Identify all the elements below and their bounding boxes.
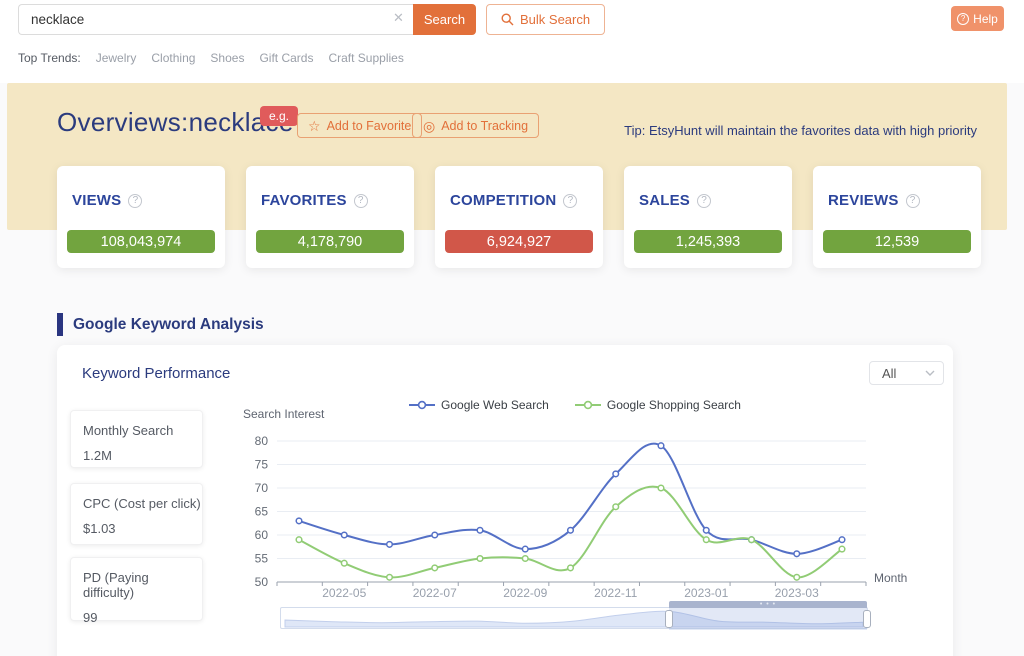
legend-label: Google Shopping Search (606, 398, 741, 412)
legend-item-google-web-search[interactable]: Google Web Search (409, 398, 549, 412)
svg-text:50: 50 (255, 575, 269, 589)
svg-text:70: 70 (255, 481, 269, 495)
brush-handle-right[interactable] (863, 610, 871, 628)
metric-value: 99 (83, 610, 98, 625)
legend-line-icon (409, 400, 436, 410)
stat-label: REVIEWS (828, 192, 899, 209)
svg-text:2022-07: 2022-07 (413, 586, 457, 600)
stat-label: FAVORITES (261, 192, 347, 209)
metric-cpc: CPC (Cost per click) $1.03 (70, 483, 203, 545)
help-button[interactable]: ? Help (951, 6, 1004, 31)
section-accent-bar (57, 313, 63, 336)
metric-label: CPC (Cost per click) (83, 496, 201, 511)
stat-value-badge: 4,178,790 (256, 230, 404, 253)
section-header: Google Keyword Analysis (57, 313, 264, 336)
filter-select-value: All (882, 365, 897, 381)
metric-monthly-search: Monthly Search 1.2M (70, 410, 203, 468)
question-icon[interactable]: ? (905, 193, 920, 208)
trend-link-shoes[interactable]: Shoes (210, 51, 244, 65)
stat-value-badge: 12,539 (823, 230, 971, 253)
add-to-favorite-label: Add to Favorite (326, 118, 412, 133)
question-icon[interactable]: ? (128, 193, 143, 208)
stat-value-badge: 108,043,974 (67, 230, 215, 253)
legend-label: Google Web Search (441, 398, 549, 412)
svg-text:55: 55 (255, 552, 269, 566)
section-title: Google Keyword Analysis (73, 315, 264, 333)
stat-label: SALES (639, 192, 691, 209)
brush-handle-left[interactable] (665, 610, 673, 628)
metric-value: 1.2M (83, 448, 112, 463)
stat-card-favorites: FAVORITES ? 4,178,790 (246, 166, 414, 268)
drag-dots-icon: • • • (759, 601, 777, 608)
example-badge: e.g. (260, 106, 299, 126)
chevron-down-icon (925, 370, 935, 376)
star-icon: ☆ (308, 117, 321, 134)
metric-label: Monthly Search (83, 423, 174, 438)
top-trends-label: Top Trends: (18, 51, 81, 65)
top-bar: ✕ Search Bulk Search ? Help Top Trends: … (0, 0, 1024, 83)
clear-search-icon[interactable]: ✕ (393, 11, 404, 24)
card-title: Keyword Performance (82, 365, 231, 382)
svg-text:2023-03: 2023-03 (775, 586, 819, 600)
legend-item-google-shopping-search[interactable]: Google Shopping Search (574, 398, 741, 412)
stat-card-views: VIEWS ? 108,043,974 (57, 166, 225, 268)
keyword-performance-card: Keyword Performance All Monthly Search 1… (57, 345, 953, 656)
svg-text:65: 65 (255, 505, 269, 519)
stat-card-sales: SALES ? 1,245,393 (624, 166, 792, 268)
svg-text:2022-09: 2022-09 (503, 586, 547, 600)
trend-link-craft-supplies[interactable]: Craft Supplies (328, 51, 403, 65)
search-button[interactable]: Search (413, 4, 476, 35)
stats-row: VIEWS ? 108,043,974 FAVORITES ? 4,178,79… (57, 166, 983, 268)
stat-value-badge: 1,245,393 (634, 230, 782, 253)
target-icon: ◎ (423, 117, 436, 134)
brush-selection-window[interactable]: • • • (665, 601, 871, 630)
search-input[interactable] (18, 4, 413, 35)
metric-label: PD (Paying difficulty) (83, 570, 149, 600)
tip-text: Tip: EtsyHunt will maintain the favorite… (624, 123, 977, 138)
stat-value-badge: 6,924,927 (445, 230, 593, 253)
svg-text:75: 75 (255, 458, 269, 472)
page: ✕ Search Bulk Search ? Help Top Trends: … (0, 0, 1024, 656)
filter-select[interactable]: All (869, 361, 944, 385)
add-to-tracking-label: Add to Tracking (441, 118, 529, 133)
page-title: Overviews:necklace (57, 107, 294, 137)
magnifier-icon (501, 13, 514, 26)
bulk-search-button[interactable]: Bulk Search (486, 4, 606, 35)
legend-line-icon (574, 400, 601, 410)
add-to-favorite-button[interactable]: ☆ Add to Favorite (297, 113, 423, 138)
metric-pd: PD (Paying difficulty) 99 (70, 557, 203, 625)
svg-text:2023-01: 2023-01 (684, 586, 728, 600)
question-icon[interactable]: ? (697, 193, 712, 208)
question-icon[interactable]: ? (353, 193, 368, 208)
bulk-search-label: Bulk Search (520, 12, 591, 27)
chart-zoom-brush[interactable]: • • • (280, 601, 871, 630)
line-chart: 50 55 60 65 70 75 80 2022-05 2022-07 2022-09 2022-… (255, 434, 867, 600)
svg-text:2022-11: 2022-11 (594, 586, 637, 600)
stat-card-competition: COMPETITION ? 6,924,927 (435, 166, 603, 268)
svg-text:80: 80 (255, 434, 269, 448)
stat-label: VIEWS (72, 192, 122, 209)
svg-text:60: 60 (255, 528, 269, 542)
svg-text:2022-05: 2022-05 (322, 586, 366, 600)
trend-link-gift-cards[interactable]: Gift Cards (259, 51, 313, 65)
help-label: Help (973, 11, 998, 26)
stat-label: COMPETITION (450, 192, 557, 209)
metric-value: $1.03 (83, 521, 116, 536)
trend-link-jewelry[interactable]: Jewelry (96, 51, 137, 65)
top-trends: Top Trends: Jewelry Clothing Shoes Gift … (18, 51, 404, 65)
trend-link-clothing[interactable]: Clothing (151, 51, 195, 65)
stat-card-reviews: REVIEWS ? 12,539 (813, 166, 981, 268)
add-to-tracking-button[interactable]: ◎ Add to Tracking (412, 113, 540, 138)
chart-legend: Google Web Search Google Shopping Search (230, 398, 920, 412)
question-icon[interactable]: ? (563, 193, 578, 208)
brush-drag-strip[interactable]: • • • (669, 601, 867, 608)
y-axis-title: Search Interest (243, 407, 325, 421)
help-question-icon: ? (957, 12, 970, 25)
